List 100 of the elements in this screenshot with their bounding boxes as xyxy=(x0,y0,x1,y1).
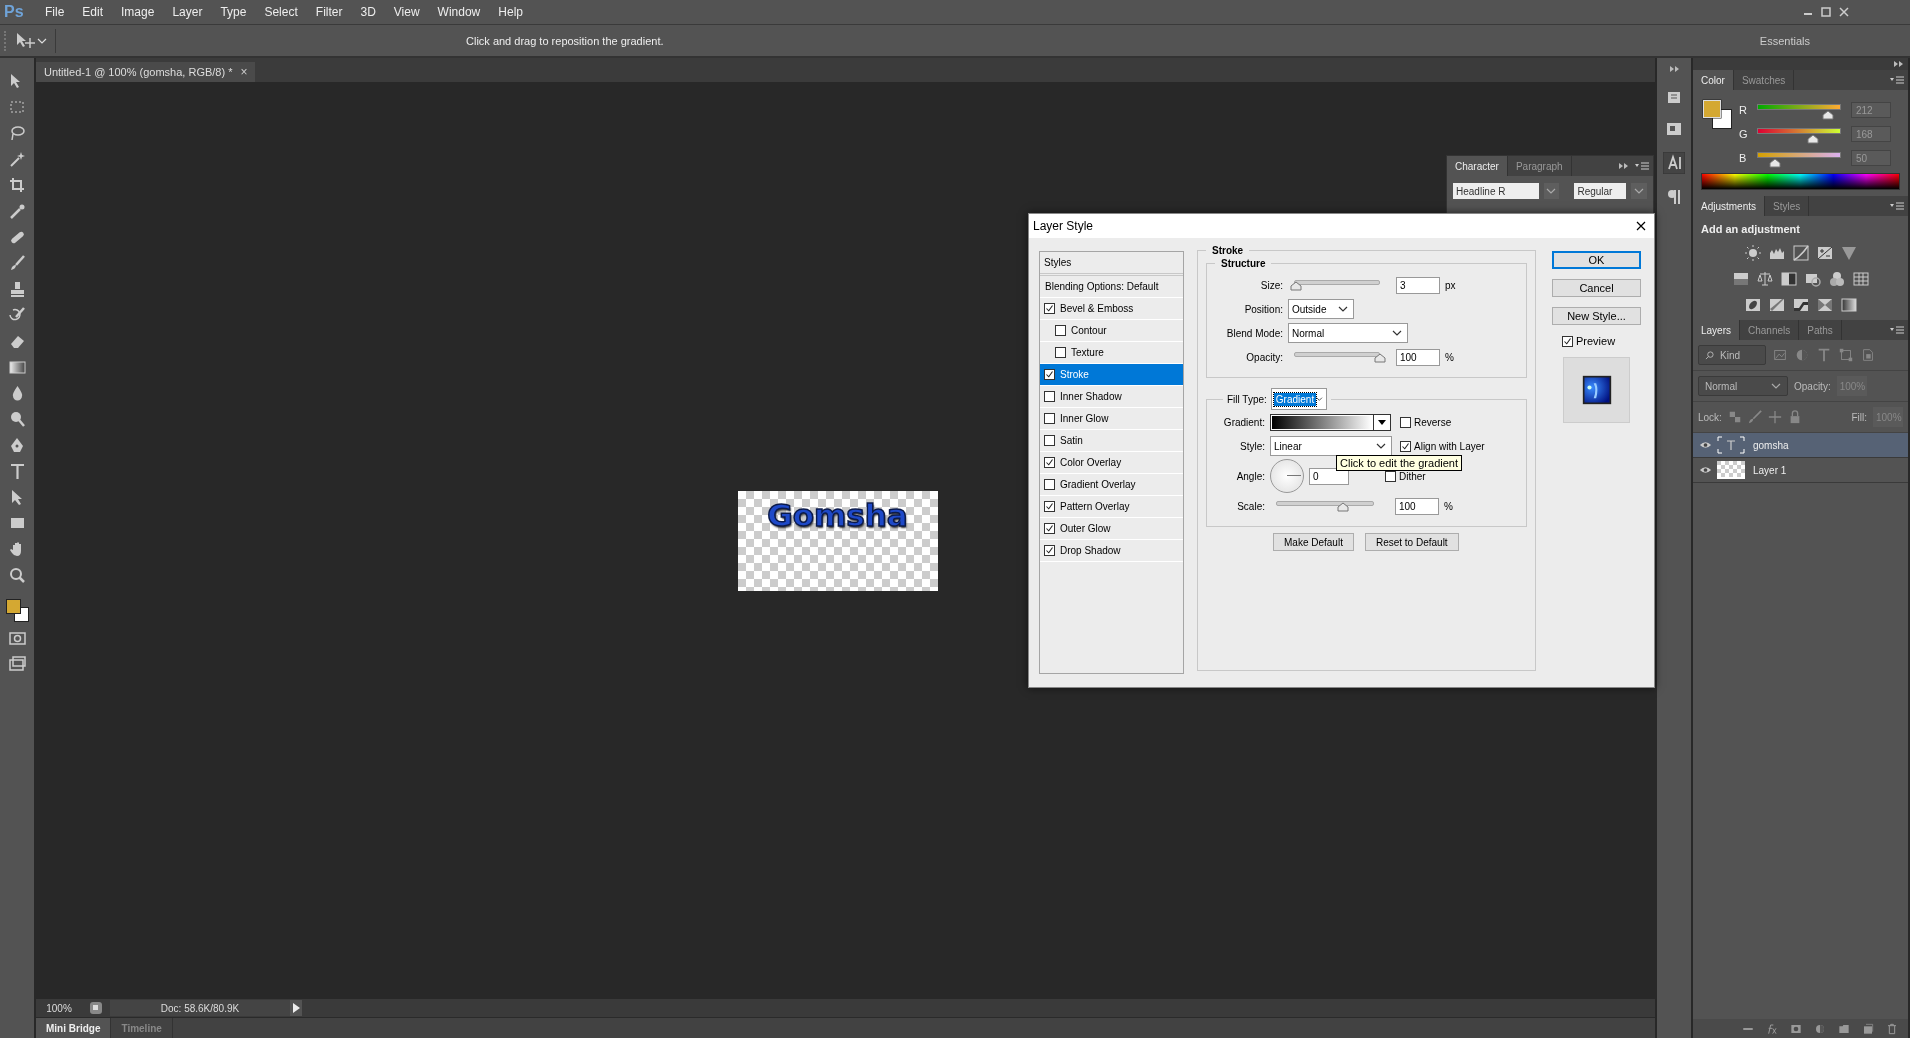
color-swatches-icon[interactable] xyxy=(1702,99,1732,129)
checkbox[interactable] xyxy=(1385,470,1396,482)
move-tool-icon[interactable] xyxy=(15,31,37,50)
angle-field[interactable]: 0 xyxy=(1309,467,1349,485)
triangle-icon[interactable] xyxy=(1839,244,1858,262)
gradient-bars-icon[interactable] xyxy=(1731,270,1750,288)
collapse-icon[interactable] xyxy=(1617,161,1629,171)
style-list-item[interactable]: Pattern Overlay xyxy=(1040,496,1183,518)
menu-item[interactable]: Select xyxy=(255,5,307,19)
menu-item[interactable]: Filter xyxy=(306,5,352,19)
checkbox[interactable] xyxy=(1562,335,1573,347)
style-list-item[interactable]: Inner Shadow xyxy=(1040,386,1183,408)
slider-thumb[interactable] xyxy=(1289,281,1302,291)
panel-tab[interactable]: Adjustments xyxy=(1693,196,1766,216)
angle-dial[interactable] xyxy=(1270,459,1304,493)
zoom-level[interactable]: 100% xyxy=(36,1002,82,1014)
scale-field[interactable]: 100 xyxy=(1395,497,1439,515)
crop-icon[interactable] xyxy=(7,176,27,195)
half-square-icon[interactable] xyxy=(1779,270,1798,288)
zoom-icon[interactable] xyxy=(7,566,27,585)
style-list-item[interactable]: Inner Glow xyxy=(1040,408,1183,430)
style-list-item[interactable]: Color Overlay xyxy=(1040,452,1183,474)
checkbox[interactable] xyxy=(1044,303,1055,314)
folder-icon[interactable] xyxy=(1838,1023,1850,1035)
panel-tab[interactable]: Mini Bridge xyxy=(36,1018,112,1038)
workspace-selector[interactable]: Essentials xyxy=(1759,34,1810,47)
play-icon[interactable] xyxy=(290,1000,302,1016)
filter-select[interactable]: Kind xyxy=(1698,345,1766,365)
checkbox[interactable] xyxy=(1400,416,1411,428)
invert-icon[interactable] xyxy=(1743,296,1762,314)
threshold-icon[interactable] xyxy=(1791,296,1810,314)
close-icon[interactable] xyxy=(1636,221,1646,231)
opacity-field[interactable]: 100 xyxy=(1396,348,1440,366)
panel-tab[interactable]: Color xyxy=(1693,70,1734,90)
export-icon[interactable] xyxy=(88,1001,104,1015)
caret-icon[interactable] xyxy=(1378,419,1386,425)
size-field[interactable]: 3 xyxy=(1396,276,1440,294)
grid-icon[interactable] xyxy=(1851,270,1870,288)
dropdown-button[interactable] xyxy=(1543,183,1560,199)
menu-item[interactable]: Image xyxy=(112,5,164,19)
exposure-icon[interactable] xyxy=(1815,244,1834,262)
reset-default-button[interactable]: Reset to Default xyxy=(1364,533,1459,551)
style-list-item[interactable]: Outer Glow xyxy=(1040,518,1183,540)
panel-menu-icon[interactable] xyxy=(1890,326,1904,334)
position-select[interactable]: Outside xyxy=(1288,299,1354,319)
style-list-item[interactable]: Stroke xyxy=(1040,364,1183,386)
style-list-item[interactable]: Bevel & Emboss xyxy=(1040,298,1183,320)
dropdown-button[interactable] xyxy=(1631,183,1647,199)
checkbox[interactable] xyxy=(1044,435,1055,446)
menu-item[interactable]: 3D xyxy=(351,5,385,19)
ok-button[interactable]: OK xyxy=(1552,251,1641,269)
adjustment-layer-icon[interactable] xyxy=(1814,1023,1826,1035)
checkbox[interactable] xyxy=(1044,523,1055,534)
eye-icon[interactable] xyxy=(1698,441,1712,449)
layer-row[interactable]: Layer 1 xyxy=(1693,458,1908,483)
gradient-picker[interactable] xyxy=(1270,413,1391,431)
checkbox[interactable] xyxy=(1044,457,1055,468)
selective-color-icon[interactable] xyxy=(1815,296,1834,314)
gradient-map-icon[interactable] xyxy=(1839,296,1858,314)
screen-mode-icon[interactable] xyxy=(7,655,27,674)
new-layer-icon[interactable] xyxy=(1862,1023,1874,1035)
checkbox[interactable] xyxy=(1044,391,1055,402)
checkbox[interactable] xyxy=(1044,413,1055,424)
color-spectrum[interactable] xyxy=(1701,173,1900,190)
menu-item[interactable]: Help xyxy=(489,5,532,19)
make-default-button[interactable]: Make Default xyxy=(1273,533,1354,551)
fill-type-select[interactable]: Gradient xyxy=(1270,388,1327,410)
style-list-item[interactable]: Blending Options: Default xyxy=(1040,276,1183,298)
panel-menu-icon[interactable] xyxy=(1890,76,1904,84)
style-list-item[interactable]: Gradient Overlay xyxy=(1040,474,1183,496)
checkbox[interactable] xyxy=(1044,479,1055,490)
circles-icon[interactable] xyxy=(1827,270,1846,288)
properties-icon[interactable] xyxy=(1665,120,1683,138)
posterize-icon[interactable] xyxy=(1767,296,1786,314)
panel-tab[interactable]: Character xyxy=(1447,156,1508,176)
layer-row[interactable]: gomsha xyxy=(1693,433,1908,458)
checkbox[interactable] xyxy=(1044,545,1055,556)
cancel-button[interactable]: Cancel xyxy=(1552,279,1641,297)
menu-item[interactable]: View xyxy=(384,5,429,19)
gradient-icon[interactable] xyxy=(7,358,27,377)
blend-mode-select[interactable]: Normal xyxy=(1698,376,1788,396)
character-panel-icon[interactable] xyxy=(1663,152,1685,174)
color-swatches-icon[interactable] xyxy=(5,598,29,622)
checkbox[interactable] xyxy=(1044,369,1055,380)
scales-icon[interactable] xyxy=(1755,270,1774,288)
paragraph-panel-icon[interactable] xyxy=(1665,188,1683,206)
slider-thumb[interactable] xyxy=(1374,353,1386,363)
font-family-field[interactable]: Headline R xyxy=(1453,183,1539,199)
style-select[interactable]: Linear xyxy=(1270,436,1392,456)
checkbox[interactable] xyxy=(1055,325,1066,336)
fx-icon[interactable] xyxy=(1766,1023,1778,1035)
new-style-button[interactable]: New Style... xyxy=(1552,307,1641,325)
menu-item[interactable]: File xyxy=(36,5,74,19)
checker-lock-icon[interactable] xyxy=(1727,410,1742,424)
quick-mask-icon[interactable] xyxy=(7,629,27,648)
document-tab[interactable]: Untitled-1 @ 100% (gomsha, RGB/8) * × xyxy=(36,62,256,82)
maximize-icon[interactable] xyxy=(1820,6,1832,18)
style-list-item[interactable]: Contour xyxy=(1040,320,1183,342)
checkbox[interactable] xyxy=(1044,501,1055,512)
trash-icon[interactable] xyxy=(1886,1023,1898,1035)
